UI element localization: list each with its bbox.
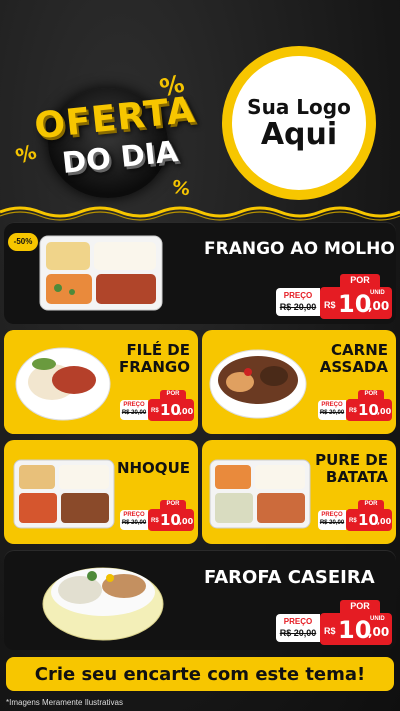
product-title: FRANGO AO MOLHO <box>204 239 395 259</box>
old-price-box: PREÇO R$ 20,00 <box>120 510 148 530</box>
product-card-nhoque[interactable]: NHOQUE POR PREÇO R$ 20,00 R$ 10 ,00 <box>4 440 198 544</box>
product-card-carne-assada[interactable]: CARNE ASSADA POR PREÇO R$ 20,00 R$ 10 ,0… <box>202 330 396 434</box>
food-tray-image <box>39 235 163 311</box>
new-price-box: R$ 10 ,00 <box>346 399 392 421</box>
logo-placeholder[interactable]: Sua Logo Aqui <box>222 46 376 200</box>
product-title: CARNE ASSADA <box>319 341 388 377</box>
price-tag: POR PREÇO R$ 20,00 R$ 10 ,00 <box>120 390 194 424</box>
old-price-value: R$ 20,00 <box>279 628 317 638</box>
old-price-label: PREÇO <box>283 291 313 300</box>
old-price-label: PREÇO <box>321 512 343 518</box>
product-card-frango-ao-molho[interactable]: FRANGO AO MOLHO POR PREÇO R$ 20,00 R$ 10… <box>4 222 396 324</box>
price-tag: POR PREÇO R$ 20,00 R$ 10 ,00 UNID <box>276 600 392 646</box>
price-integer: 10 <box>358 401 379 419</box>
price-decimal: ,00 <box>179 407 194 416</box>
new-price-box: R$ 10 ,00 UNID <box>320 613 392 645</box>
new-price-box: R$ 10 ,00 <box>148 509 194 531</box>
price-por-label: POR <box>160 500 186 509</box>
product-title: FILÉ DE FRANGO <box>118 341 190 377</box>
old-price-label: PREÇO <box>321 402 343 408</box>
price-tag: POR PREÇO R$ 20,00 R$ 10 ,00 UNID <box>276 274 392 320</box>
new-price-box: R$ 10 ,00 <box>148 399 194 421</box>
product-card-pure-de-batata[interactable]: PURE DE BATATA POR PREÇO R$ 20,00 R$ 10 … <box>202 440 396 544</box>
food-bowl-image <box>15 347 111 421</box>
price-integer: 10 <box>358 511 379 529</box>
price-tag: POR PREÇO R$ 20,00 R$ 10 ,00 <box>318 500 392 534</box>
price-por-label: POR <box>340 274 380 287</box>
price-currency: R$ <box>324 626 336 636</box>
old-price-label: PREÇO <box>123 512 145 518</box>
food-bowl-image <box>209 349 307 419</box>
price-integer: 10 <box>338 290 372 318</box>
yellow-wave-divider <box>0 206 400 221</box>
old-price-label: PREÇO <box>283 617 313 626</box>
old-price-box: PREÇO R$ 20,00 <box>318 400 346 420</box>
price-integer: 10 <box>338 616 372 644</box>
percent-icon: % <box>170 176 192 201</box>
old-price-value: R$ 20,00 <box>121 410 147 416</box>
product-title: FAROFA CASEIRA <box>204 567 375 588</box>
header: % % % OFERTA DO DIA Sua Logo Aqui <box>0 0 400 221</box>
price-unit: UNID <box>370 616 385 622</box>
old-price-box: PREÇO R$ 20,00 <box>276 614 320 642</box>
discount-badge: -50% <box>8 233 38 251</box>
price-currency: R$ <box>151 518 159 524</box>
new-price-box: R$ 10 ,00 <box>346 509 392 531</box>
price-currency: R$ <box>324 300 336 310</box>
price-tag: POR PREÇO R$ 20,00 R$ 10 ,00 <box>120 500 194 534</box>
old-price-box: PREÇO R$ 20,00 <box>318 510 346 530</box>
price-decimal: ,00 <box>368 299 390 313</box>
flyer-page: % % % OFERTA DO DIA Sua Logo Aqui FRANGO… <box>0 0 400 711</box>
price-integer: 10 <box>160 511 181 529</box>
old-price-box: PREÇO R$ 20,00 <box>276 288 320 316</box>
new-price-box: R$ 10 ,00 UNID <box>320 287 392 319</box>
price-decimal: ,00 <box>377 407 392 416</box>
price-por-label: POR <box>358 500 384 509</box>
disclaimer-footnote: *Imagens Meramente Ilustrativas <box>6 698 123 707</box>
old-price-value: R$ 20,00 <box>319 520 345 526</box>
old-price-value: R$ 20,00 <box>319 410 345 416</box>
logo-text-line1: Sua Logo <box>247 94 351 119</box>
price-decimal: ,00 <box>368 625 390 639</box>
price-por-label: POR <box>340 600 380 613</box>
price-currency: R$ <box>349 518 357 524</box>
product-title: PURE DE BATATA <box>315 451 388 487</box>
price-decimal: ,00 <box>179 517 194 526</box>
old-price-value: R$ 20,00 <box>121 520 147 526</box>
price-currency: R$ <box>349 408 357 414</box>
food-tray-image <box>209 459 311 529</box>
logo-text-line2: Aqui <box>260 116 338 152</box>
old-price-box: PREÇO R$ 20,00 <box>120 400 148 420</box>
price-currency: R$ <box>151 408 159 414</box>
cta-banner[interactable]: Crie seu encarte com este tema! <box>6 657 394 691</box>
old-price-value: R$ 20,00 <box>279 302 317 312</box>
price-unit: UNID <box>370 290 385 296</box>
product-title: NHOQUE <box>116 459 190 477</box>
price-integer: 10 <box>160 401 181 419</box>
price-por-label: POR <box>160 390 186 399</box>
food-bowl-image <box>42 567 164 641</box>
price-decimal: ,00 <box>377 517 392 526</box>
old-price-label: PREÇO <box>123 402 145 408</box>
product-card-farofa-caseira[interactable]: FAROFA CASEIRA POR PREÇO R$ 20,00 R$ 10 … <box>4 550 396 650</box>
price-por-label: POR <box>358 390 384 399</box>
price-tag: POR PREÇO R$ 20,00 R$ 10 ,00 <box>318 390 392 424</box>
product-card-file-de-frango[interactable]: FILÉ DE FRANGO POR PREÇO R$ 20,00 R$ 10 … <box>4 330 198 434</box>
